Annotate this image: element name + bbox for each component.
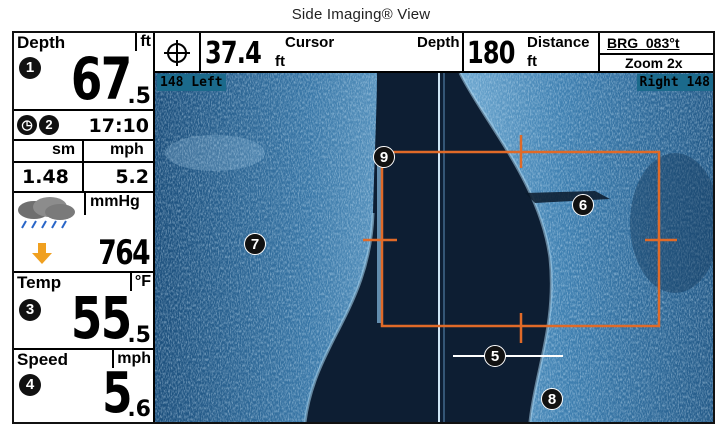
left-range-label: 148 Left [157, 74, 226, 91]
depth-header-label: Depth [417, 34, 460, 51]
weather-rain-icon [18, 197, 75, 229]
sonar-image [155, 73, 713, 422]
callout-3: 3 [19, 299, 41, 321]
baro-value: 764 [98, 233, 150, 273]
temp-unit: °F [129, 273, 151, 291]
callout-8: 8 [541, 388, 563, 410]
speed-label: Speed [17, 350, 69, 369]
time-value: 17:10 [88, 115, 149, 137]
depth-decimal: .5 [127, 84, 151, 109]
cursor-depth-value: 37.4 [205, 36, 262, 71]
callout-6: 6 [572, 194, 594, 216]
data-sidebar: Depth ft 1 67 .5 ◷ 2 17:10 sm mph 1.48 5… [14, 33, 155, 422]
clock-icon: ◷ [17, 115, 37, 135]
cursor-label: Cursor [285, 34, 335, 51]
trip-right-value: 5.2 [115, 166, 149, 188]
depth-value: 67 [71, 45, 132, 113]
distance-unit: ft [527, 53, 537, 70]
callout-7: 7 [244, 233, 266, 255]
baro-unit-divider [84, 193, 86, 215]
callout-1: 1 [19, 57, 41, 79]
distance-label: Distance [527, 34, 590, 51]
depth-unit: ft [135, 33, 151, 51]
zoom-level: Zoom 2x [625, 55, 683, 71]
topbar-divider [462, 33, 464, 73]
barometer-readout: mmHg 764 [14, 193, 153, 273]
figure-caption: Side Imaging® View [291, 6, 431, 23]
temp-value: 55 [71, 284, 132, 352]
time-readout: ◷ 2 17:10 [14, 111, 153, 141]
callout-2: 2 [39, 115, 59, 135]
trip-left-unit: sm [52, 141, 76, 158]
temp-label: Temp [17, 273, 62, 292]
temp-decimal: .5 [127, 323, 151, 348]
topbar-divider [199, 33, 201, 73]
trip-left-value: 1.48 [22, 166, 69, 188]
callout-9: 9 [373, 146, 395, 168]
trip-readout: sm mph 1.48 5.2 [14, 141, 153, 193]
pressure-down-arrow-icon [32, 243, 52, 264]
callout-4: 4 [19, 374, 41, 396]
speed-readout: Speed mph 4 5 .6 [14, 350, 153, 422]
distance-value: 180 [467, 36, 515, 71]
temp-readout: Temp °F 3 55 .5 [14, 273, 153, 352]
trip-divider [82, 141, 84, 191]
side-imaging-view[interactable]: 148 Left Right 148 9 6 7 5 8 [155, 73, 713, 422]
depth-label: Depth [17, 33, 66, 52]
cursor-crosshair-icon [164, 40, 190, 66]
speed-decimal: .6 [127, 397, 151, 422]
trip-right-unit: mph [110, 141, 144, 158]
bearing-readout: BRG 083°t [607, 35, 680, 51]
callout-5: 5 [484, 345, 506, 367]
sonar-display: Depth ft 1 67 .5 ◷ 2 17:10 sm mph 1.48 5… [12, 31, 715, 424]
right-range-label: Right 148 [636, 74, 713, 91]
baro-unit: mmHg [90, 193, 140, 210]
cursor-depth-unit: ft [275, 53, 285, 70]
depth-readout: Depth ft 1 67 .5 [14, 33, 153, 113]
trip-header-line [14, 161, 153, 163]
cursor-info-bar: 37.4 ft Cursor Depth 180 Distance ft BRG… [155, 33, 713, 73]
